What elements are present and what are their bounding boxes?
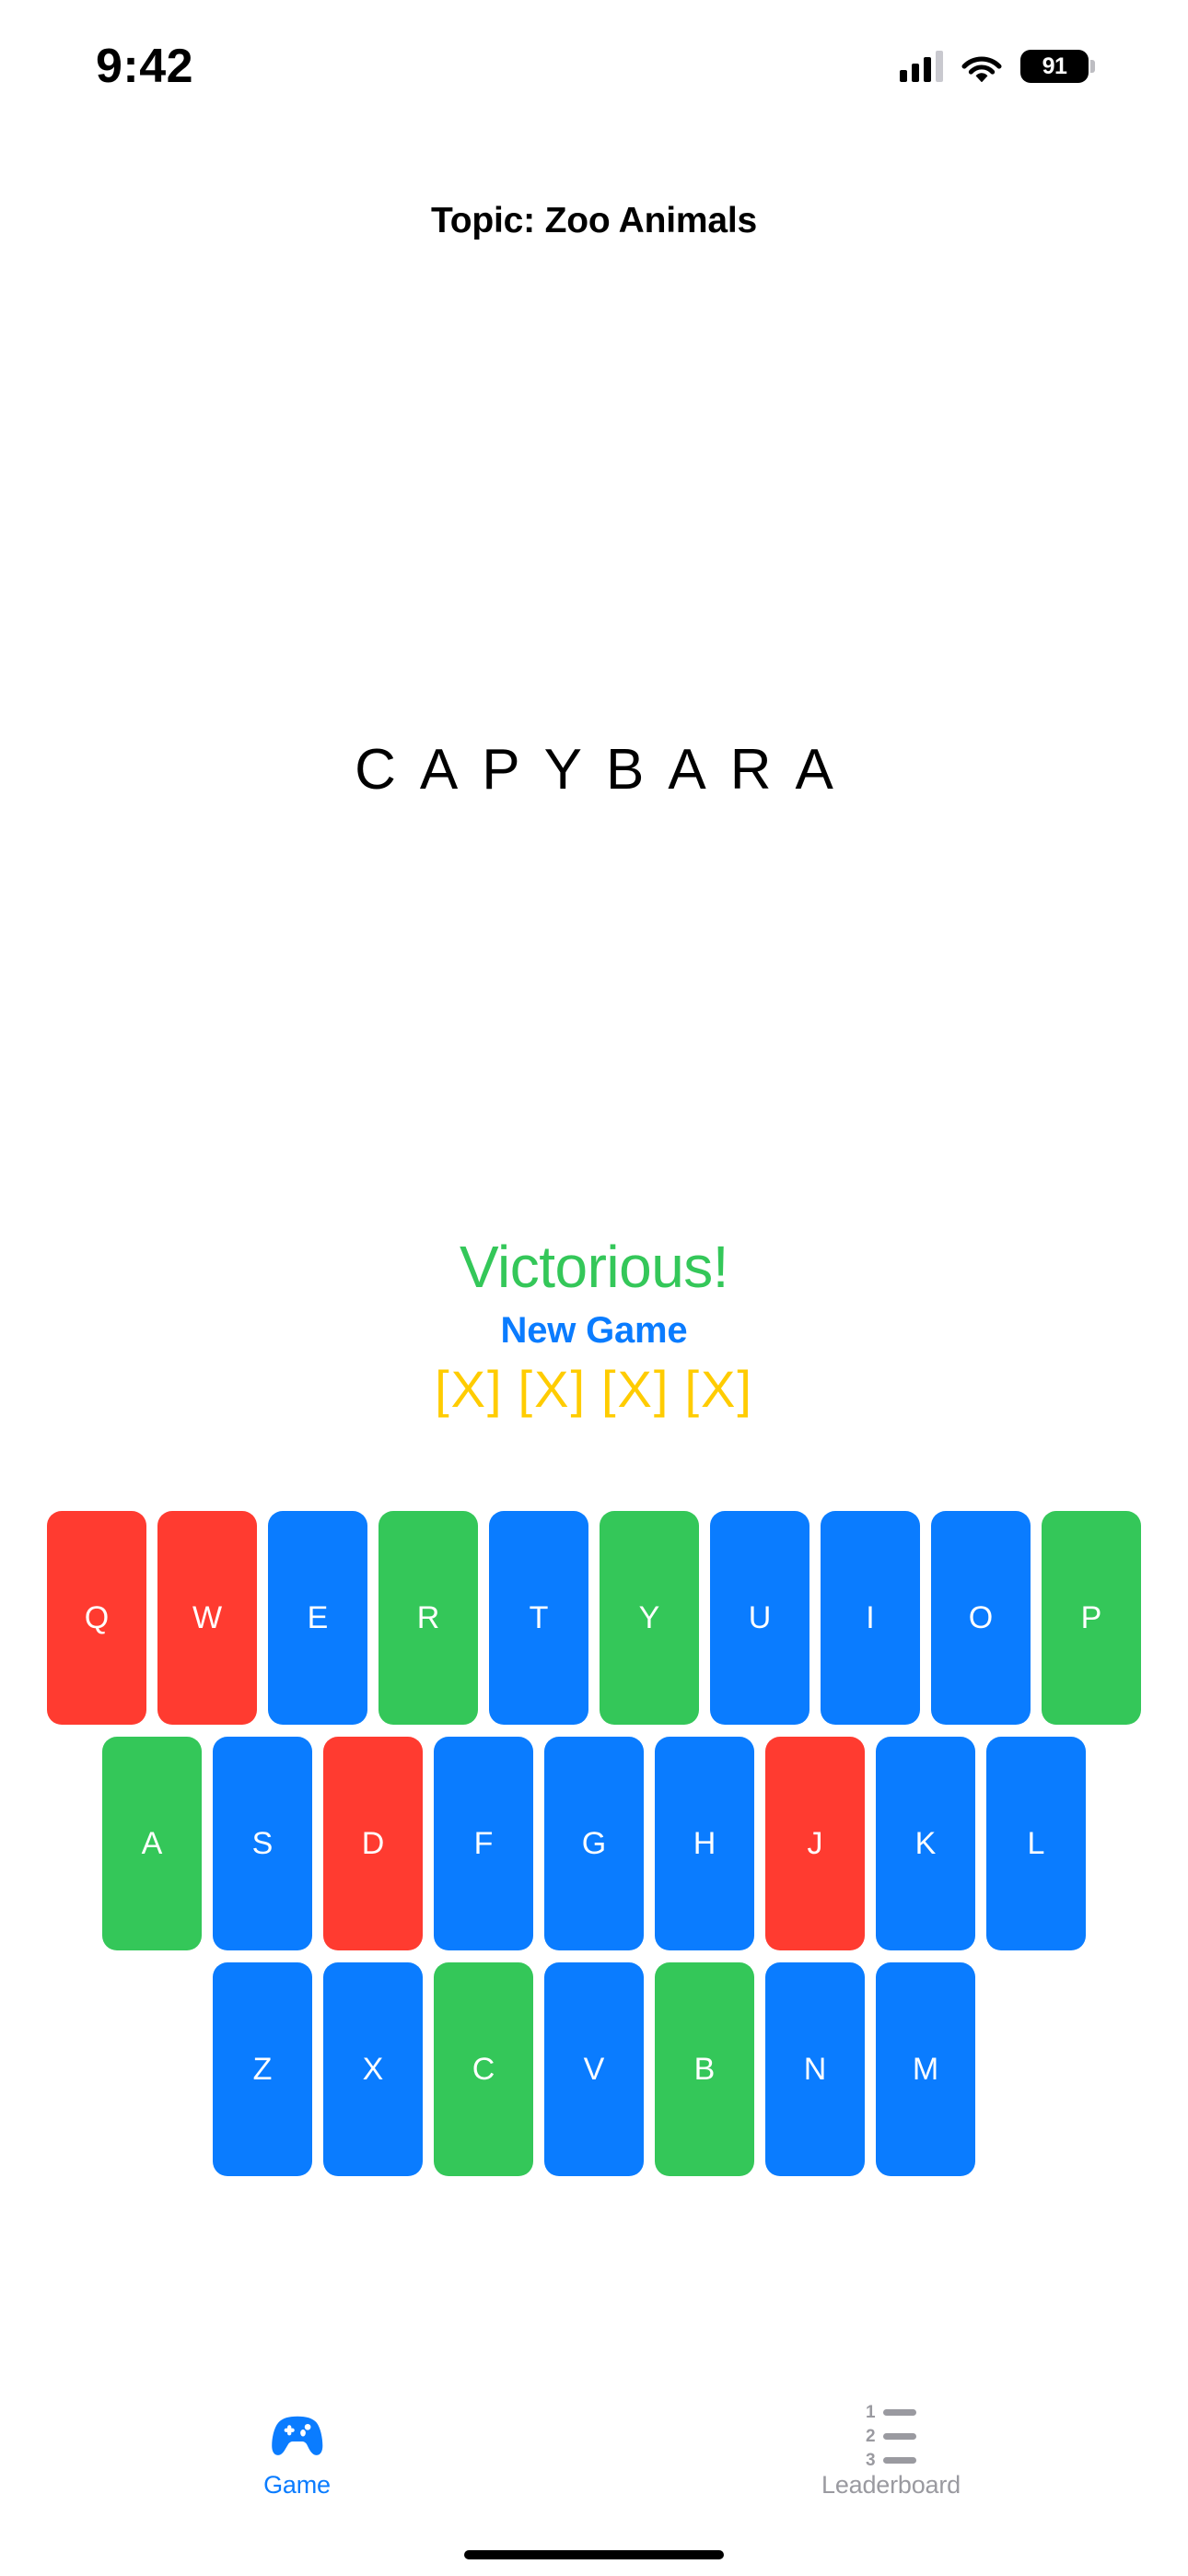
key-b[interactable]: B [655,1962,754,2176]
lb-number-2: 2 [866,2426,876,2446]
lb-number-3: 3 [866,2450,876,2470]
new-game-button[interactable]: New Game [501,1310,688,1352]
key-r[interactable]: R [379,1511,478,1725]
key-d[interactable]: D [323,1737,423,1950]
key-u[interactable]: U [710,1511,809,1725]
life-token: [X] [601,1360,670,1419]
key-w[interactable]: W [157,1511,257,1725]
key-c[interactable]: C [434,1962,533,2176]
tab-game-label: Game [263,2471,331,2499]
key-i[interactable]: I [821,1511,920,1725]
topic-label: Topic: Zoo Animals [431,201,757,240]
key-e[interactable]: E [268,1511,367,1725]
key-t[interactable]: T [489,1511,588,1725]
lb-bar-1 [883,2408,916,2416]
key-s[interactable]: S [213,1737,312,1950]
battery-icon: 91 [1020,50,1095,83]
lb-bar-2 [883,2432,916,2440]
life-token: [X] [518,1360,587,1419]
key-j[interactable]: J [765,1737,865,1950]
status-bar: 9:42 91 [0,0,1188,120]
lives-indicator: [X] [X] [X] [X] [0,1359,1188,1419]
status-bar-time: 9:42 [96,40,194,93]
key-z[interactable]: Z [213,1962,312,2176]
letter-keyboard: QWERTYUIOPASDFGHJKLZXCVBNM [0,1511,1188,2188]
key-p[interactable]: P [1042,1511,1141,1725]
game-status-text: Victorious! [459,1234,729,1300]
tab-game[interactable]: Game [0,2410,594,2500]
numbered-list-icon: 1 2 3 [861,2404,922,2469]
home-indicator [464,2550,724,2559]
key-v[interactable]: V [544,1962,644,2176]
gamepad-icon [267,2410,328,2462]
key-y[interactable]: Y [600,1511,699,1725]
result-panel: Victorious! New Game [X] [X] [X] [X] [0,1235,1188,1419]
tab-leaderboard-label: Leaderboard [821,2471,961,2499]
tab-leaderboard[interactable]: 1 2 3 Leaderboard [594,2404,1188,2500]
lb-number-1: 1 [866,2402,876,2422]
key-o[interactable]: O [931,1511,1031,1725]
life-token: [X] [684,1360,753,1419]
new-game-row: New Game [0,1299,1188,1352]
wifi-icon [961,56,1002,82]
life-token: [X] [435,1360,504,1419]
key-h[interactable]: H [655,1737,754,1950]
key-l[interactable]: L [986,1737,1086,1950]
tab-bar: Game 1 2 3 Leaderboard [0,2392,1188,2576]
secret-word-display: CAPYBARA [355,738,857,802]
key-a[interactable]: A [102,1737,202,1950]
key-k[interactable]: K [876,1737,975,1950]
key-m[interactable]: M [876,1962,975,2176]
keyboard-row-1: QWERTYUIOP [0,1511,1188,1725]
key-f[interactable]: F [434,1737,533,1950]
keyboard-row-2: ASDFGHJKL [0,1737,1188,1950]
keyboard-row-3: ZXCVBNM [0,1962,1188,2176]
cellular-signal-icon [899,51,943,82]
battery-level-label: 91 [1042,53,1067,79]
key-n[interactable]: N [765,1962,865,2176]
status-bar-indicators: 91 [899,50,1095,83]
key-q[interactable]: Q [47,1511,146,1725]
lb-bar-3 [883,2456,916,2464]
key-x[interactable]: X [323,1962,423,2176]
key-g[interactable]: G [544,1737,644,1950]
